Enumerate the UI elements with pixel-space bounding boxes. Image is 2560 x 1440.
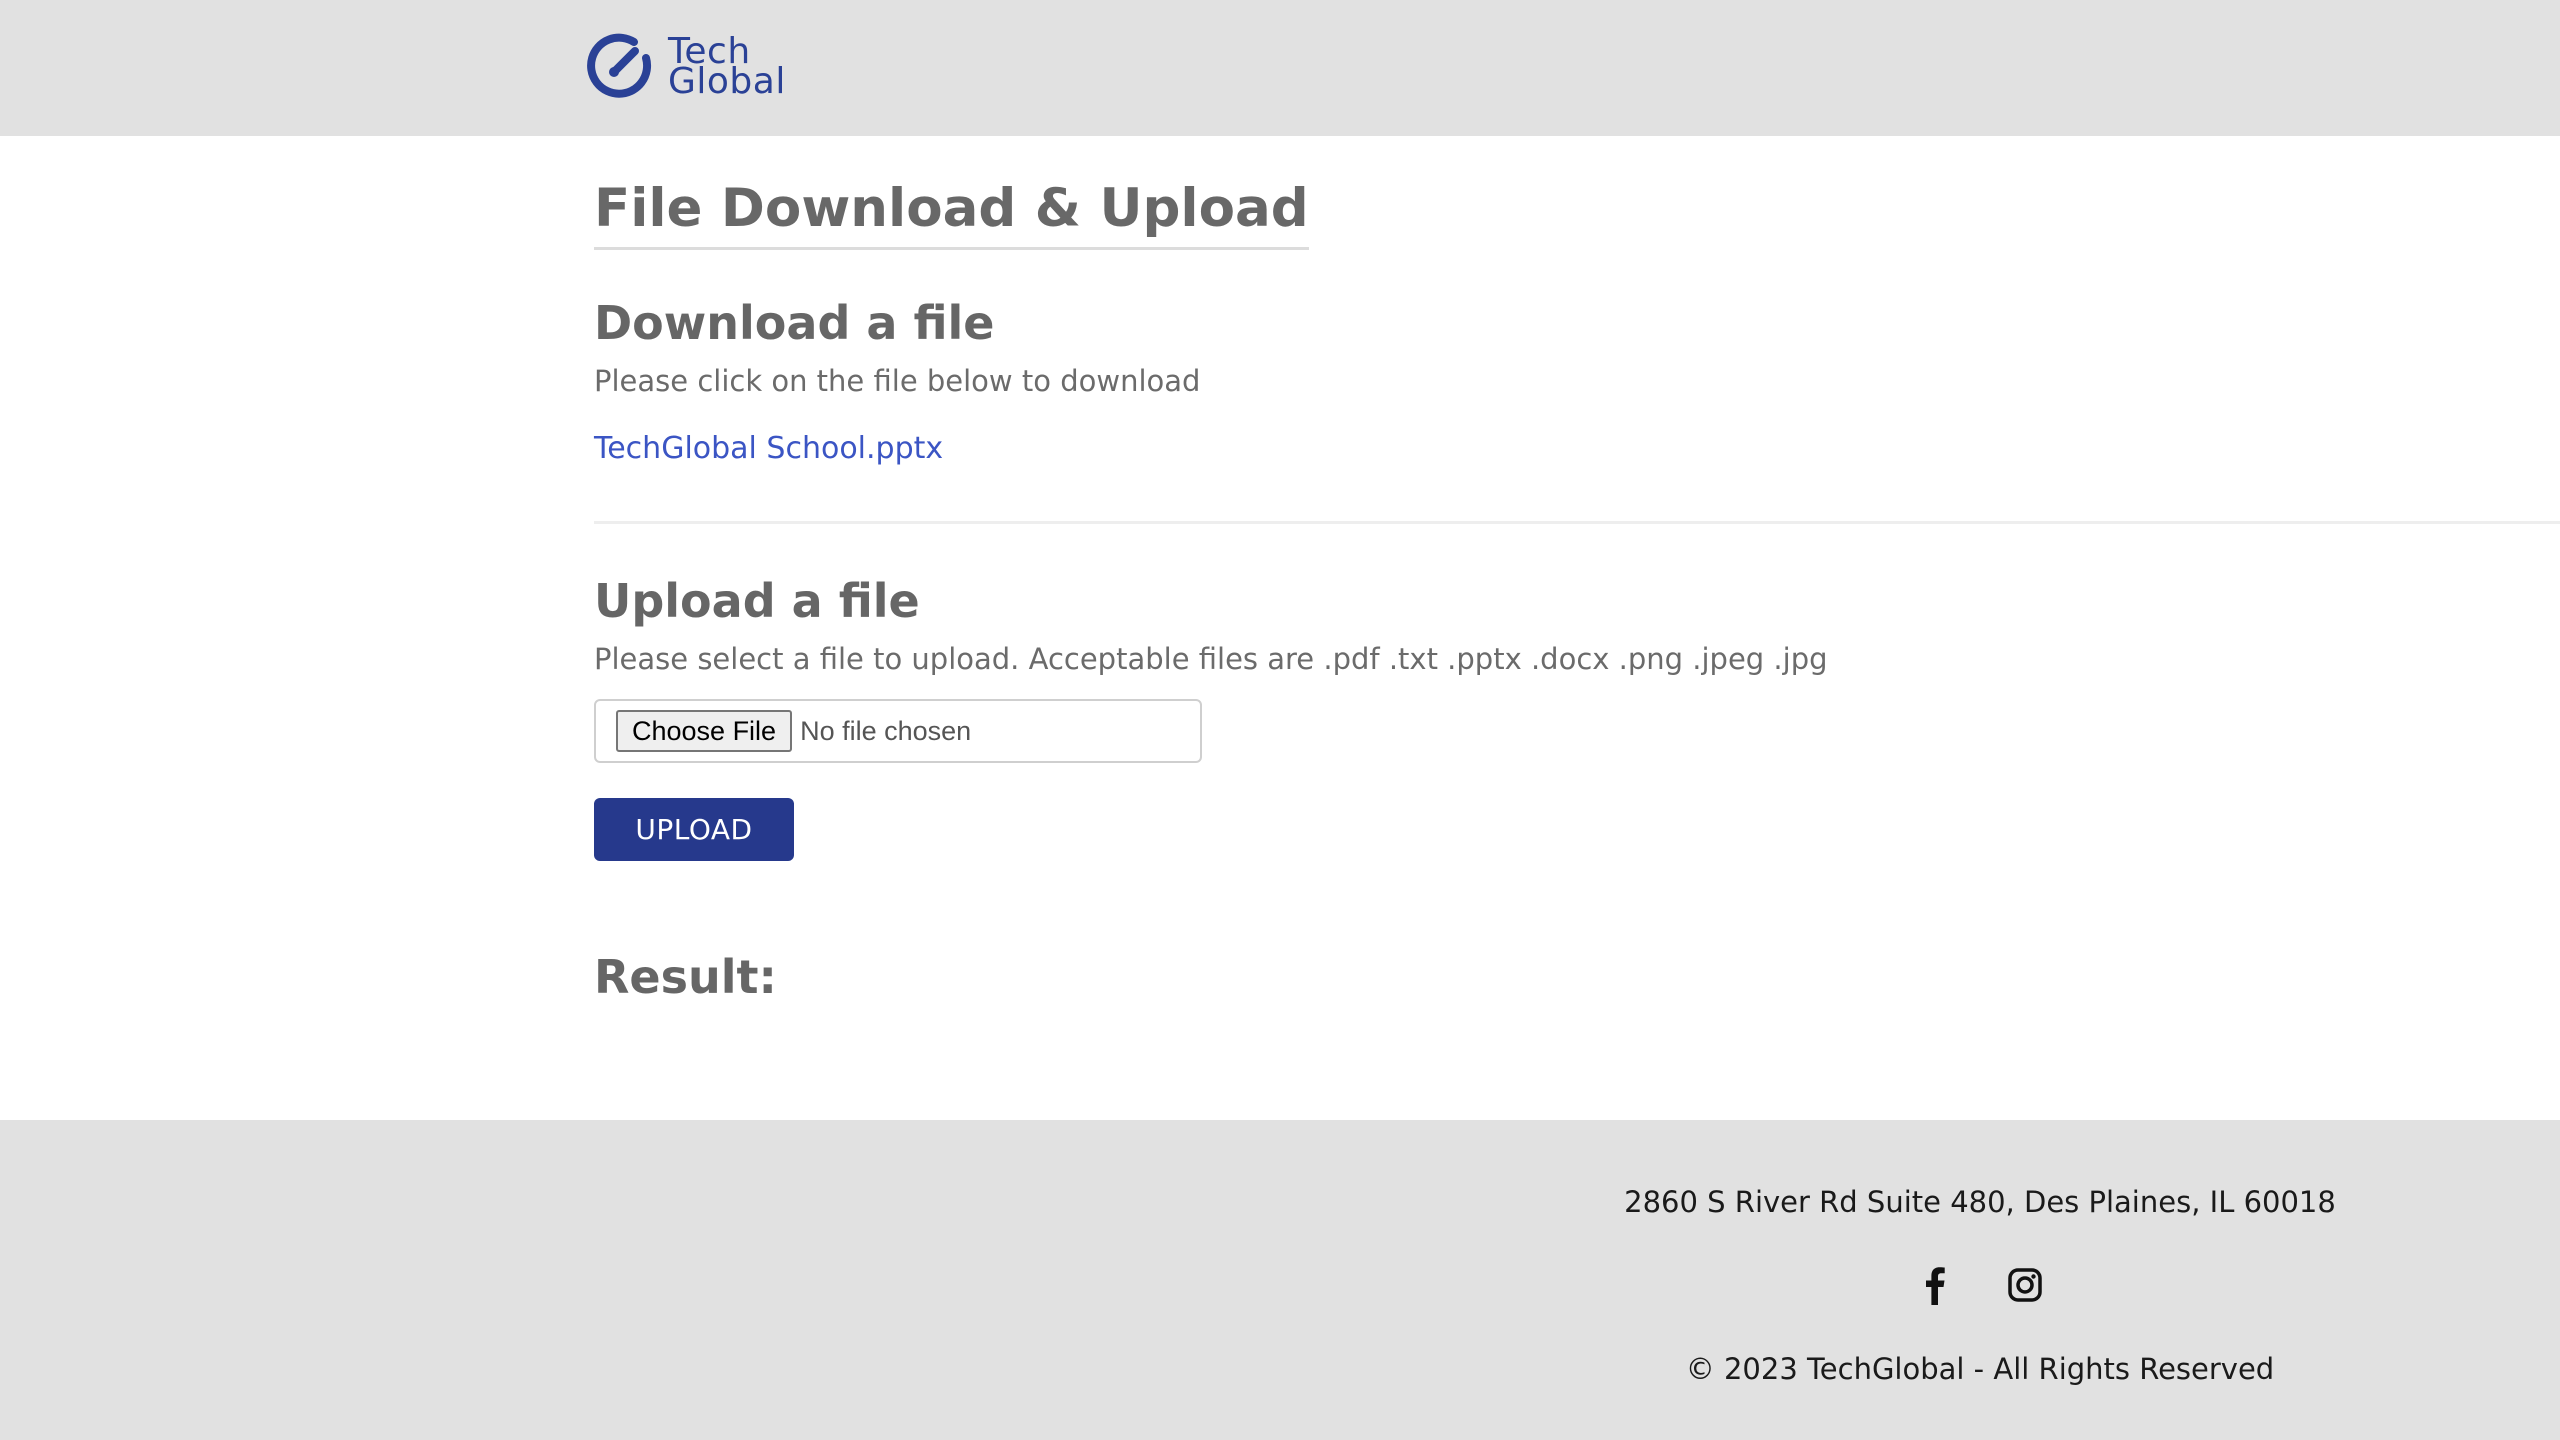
instagram-icon[interactable] <box>2005 1265 2045 1305</box>
logo-wordmark: Tech Global <box>668 34 786 102</box>
footer-copyright: © 2023 TechGlobal - All Rights Reserved <box>1685 1352 2275 1386</box>
result-label: Result: <box>594 950 777 1004</box>
download-file-link[interactable]: TechGlobal School.pptx <box>594 431 943 466</box>
no-file-chosen-text: No file chosen <box>800 715 972 746</box>
upload-description: Please select a file to upload. Acceptab… <box>594 642 1828 676</box>
logo-mark-icon <box>587 33 652 98</box>
techglobal-logo[interactable]: Tech Global <box>584 30 786 104</box>
download-description: Please click on the file below to downlo… <box>594 364 1201 398</box>
section-divider <box>594 521 2560 524</box>
logo-line-2: Global <box>668 61 786 102</box>
facebook-icon[interactable] <box>1915 1265 1955 1305</box>
file-upload-input[interactable]: Choose File No file chosen <box>594 699 1202 763</box>
social-links <box>1580 1265 2380 1305</box>
upload-heading: Upload a file <box>594 574 920 628</box>
page-title: File Download & Upload <box>594 178 1309 250</box>
choose-file-button[interactable]: Choose File <box>616 710 793 752</box>
site-header: Tech Global <box>0 0 2560 136</box>
download-heading: Download a file <box>594 296 995 350</box>
upload-button[interactable]: UPLOAD <box>594 798 794 861</box>
footer-address: 2860 S River Rd Suite 480, Des Plaines, … <box>1624 1185 2336 1219</box>
